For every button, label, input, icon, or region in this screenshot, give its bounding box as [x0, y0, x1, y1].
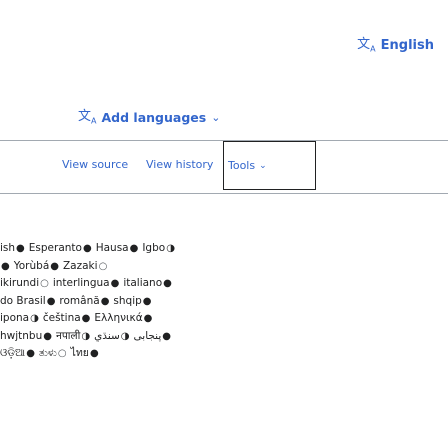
badge-hollow-icon: ○	[98, 260, 108, 272]
language-link[interactable]: ish	[0, 242, 15, 254]
badge-partial-icon: ◑	[120, 330, 130, 342]
language-line: ● Yorùbá● Zazaki○	[0, 258, 448, 276]
language-link[interactable]: Esperanto	[29, 242, 82, 254]
badge-filled-icon: ●	[26, 348, 35, 359]
badge-filled-icon: ●	[46, 295, 56, 307]
chevron-down-icon: ⌄	[211, 111, 221, 125]
badge-hollow-icon: ○	[57, 348, 67, 359]
badge-filled-icon: ●	[82, 243, 92, 254]
language-link[interactable]: ଓଡ଼ିଆ	[0, 347, 25, 359]
language-link[interactable]: Ελληνικά	[94, 312, 142, 324]
badge-filled-icon: ●	[43, 330, 52, 342]
badge-filled-icon: ●	[162, 330, 172, 342]
language-link[interactable]: italiano	[123, 277, 162, 289]
language-link[interactable]: Hausa	[96, 242, 129, 254]
language-link[interactable]: Yorùbá	[14, 260, 50, 272]
language-link[interactable]: română	[59, 295, 99, 307]
badge-filled-icon: ●	[1, 260, 10, 272]
language-switch-label: English	[380, 38, 434, 54]
tab-view-source[interactable]: View source	[62, 158, 128, 171]
badge-filled-icon: ●	[100, 295, 110, 307]
badge-partial-icon: ◑	[81, 330, 91, 342]
language-link[interactable]: do Brasil	[0, 295, 46, 307]
language-link[interactable]: interlingua	[53, 277, 110, 289]
badge-filled-icon: ●	[143, 313, 153, 324]
badge-filled-icon: ●	[110, 278, 120, 289]
language-link[interactable]: Igbo	[142, 242, 165, 254]
language-list: ish● Esperanto● Hausa● Igbo◑ ● Yorùbá● Zazaki○…	[0, 240, 448, 363]
language-line: ish● Esperanto● Hausa● Igbo◑	[0, 240, 448, 258]
language-link[interactable]: čeština	[43, 312, 81, 324]
translate-icon: 文A	[78, 109, 97, 126]
badge-filled-icon: ●	[129, 243, 139, 254]
badge-hollow-icon: ○	[40, 278, 49, 289]
language-link[interactable]: hwjtnbu	[0, 330, 42, 342]
language-line: ଓଡ଼ିଆ● ತುಳು○ ไทย●	[0, 345, 448, 363]
badge-filled-icon: ●	[142, 295, 152, 307]
language-line: ikirundi○ interlingua● italiano●	[0, 275, 448, 293]
language-link[interactable]: ikirundi	[0, 277, 39, 289]
badge-filled-icon: ●	[89, 348, 99, 359]
badge-filled-icon: ●	[50, 260, 59, 272]
language-link[interactable]: ತುಳು	[39, 347, 57, 359]
chevron-down-icon: ⌄	[259, 160, 267, 171]
language-link[interactable]: Zazaki	[63, 260, 98, 272]
language-link[interactable]: नपाली	[56, 330, 80, 342]
language-link[interactable]: ไทย	[71, 347, 89, 359]
language-link[interactable]: پنجابی	[134, 330, 162, 342]
translate-icon: 文A	[357, 37, 376, 54]
language-switch-button[interactable]: 文A English	[357, 38, 434, 54]
badge-partial-icon: ◑	[30, 313, 39, 324]
language-line: hwjtnbu● नपाली◑ پنجابی◑سنڌي ●	[0, 328, 448, 346]
badge-partial-icon: ◑	[166, 243, 175, 254]
add-languages-label: Add languages	[101, 110, 207, 126]
badge-filled-icon: ●	[81, 313, 91, 324]
language-link[interactable]: ipona	[0, 312, 29, 324]
language-link[interactable]: سنڌي	[94, 330, 120, 342]
badge-filled-icon: ●	[163, 278, 172, 289]
badge-filled-icon: ●	[16, 243, 25, 254]
language-line: ipona◑ čeština● Ελληνικά●	[0, 310, 448, 328]
page-actions-bar: View source View history Tools ⌄	[0, 140, 448, 194]
tools-dropdown[interactable]: Tools ⌄	[223, 141, 316, 190]
tab-view-history[interactable]: View history	[146, 158, 213, 171]
tools-label: Tools	[228, 159, 256, 172]
language-line: do Brasil● română● shqip●	[0, 293, 448, 311]
language-link[interactable]: shqip	[113, 295, 141, 307]
add-languages-button[interactable]: 文A Add languages ⌄	[78, 110, 220, 126]
